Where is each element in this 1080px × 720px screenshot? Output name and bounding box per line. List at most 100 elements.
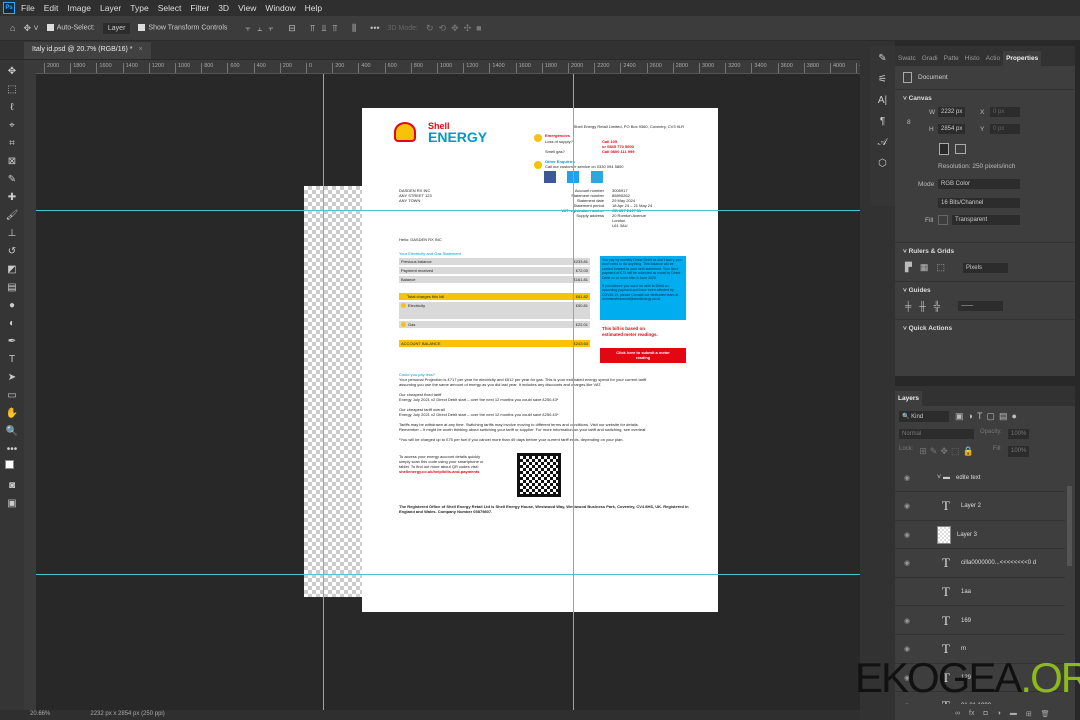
close-tab-icon[interactable]: × xyxy=(138,46,142,53)
quick-actions-header[interactable]: ˅ Quick Actions xyxy=(895,319,1075,337)
guide-vertical[interactable] xyxy=(573,74,574,710)
screen-mode-icon[interactable]: ▣ xyxy=(4,494,20,512)
bit-depth-dropdown[interactable]: 16 Bits/Channel xyxy=(938,198,1020,208)
3d-tools-icons[interactable]: ↻⟲✥✣■ xyxy=(426,23,487,34)
zoom-level[interactable]: 20.66% xyxy=(30,711,50,719)
link-icon[interactable]: 8 xyxy=(907,119,911,126)
guide-vertical[interactable] xyxy=(323,74,324,710)
eraser-icon[interactable]: ◩ xyxy=(4,260,20,278)
move-tool-icon[interactable]: ✥ xyxy=(4,62,20,80)
canvas-section-header[interactable]: ˅ Canvas xyxy=(895,89,1075,107)
adjustment-layer-icon[interactable]: ◑ xyxy=(997,710,1001,718)
home-icon[interactable]: ⌂ xyxy=(10,23,15,33)
auto-select-checkbox[interactable]: Auto-Select: xyxy=(46,24,95,32)
align-icons[interactable]: ⫟⫠⫟ ⊟ ⫪⫫⫪ ⫼ xyxy=(245,23,362,34)
units-dropdown[interactable]: Pixels xyxy=(962,262,1008,273)
object-select-icon[interactable]: ⌖ xyxy=(4,116,20,134)
tab-layers[interactable]: Layers xyxy=(895,391,922,406)
submit-reading-button[interactable]: Click here to submit a meter reading xyxy=(600,348,686,363)
gradient-icon[interactable]: ▤ xyxy=(4,278,20,296)
menu-window[interactable]: Window xyxy=(265,3,295,13)
canvas-area[interactable]: Shell ENERGY Shell Energy Retail Limited… xyxy=(36,74,860,710)
eye-icon[interactable]: ◉ xyxy=(895,702,919,704)
kind-dropdown[interactable]: 🔍 Kind xyxy=(899,411,949,422)
document-tab[interactable]: Italy id.psd @ 20.7% (RGB/16) * × xyxy=(24,42,151,59)
guide-color-dropdown[interactable]: —— xyxy=(958,301,1004,311)
width-field[interactable]: 2232 px xyxy=(938,107,966,117)
x-field[interactable]: 0 px xyxy=(990,107,1020,117)
fill-dropdown[interactable]: Transparent xyxy=(952,215,1020,225)
layer-row[interactable]: ◉ T 169 xyxy=(895,607,1065,635)
layer-row[interactable]: ◉ T Layer 2 xyxy=(895,493,1065,521)
history-brush-icon[interactable]: ↺ xyxy=(4,242,20,260)
opacity-field[interactable]: 100% xyxy=(1008,429,1030,439)
link-layers-icon[interactable]: ∞ xyxy=(955,710,960,718)
guide-layout-icon[interactable]: ╫ xyxy=(919,301,925,311)
eye-icon[interactable]: ◉ xyxy=(895,645,919,653)
guides-icon[interactable]: ╪ xyxy=(905,301,911,311)
mode-dropdown[interactable]: RGB Color xyxy=(938,179,1020,189)
fill-field[interactable]: 100% xyxy=(1008,446,1030,457)
layer-row[interactable]: ◉ ˅ ▬ edite text xyxy=(895,464,1065,492)
y-field[interactable]: 0 px xyxy=(990,124,1020,134)
portrait-icon[interactable] xyxy=(939,143,949,155)
brush-tool-icon[interactable]: 🖌 xyxy=(4,206,20,224)
eye-icon[interactable]: ◉ xyxy=(895,502,919,510)
fx-icon[interactable]: fx xyxy=(969,710,974,718)
menu-layer[interactable]: Layer xyxy=(100,3,121,13)
layer-row[interactable]: ◉ Tcilla0000000...<<<<<<<<0 d xyxy=(895,550,1065,578)
ruler-icon[interactable]: ▛ xyxy=(905,262,912,273)
auto-select-dropdown[interactable]: Layer xyxy=(102,22,131,34)
guide-horizontal[interactable] xyxy=(36,574,860,575)
tab-patte[interactable]: Patte xyxy=(941,51,962,66)
adjustments-icon[interactable]: ⚟ xyxy=(875,70,891,88)
tab-histo[interactable]: Histo xyxy=(962,51,983,66)
menu-image[interactable]: Image xyxy=(67,3,91,13)
grid-icon[interactable]: ▦ xyxy=(920,262,929,273)
tab-properties[interactable]: Properties xyxy=(1003,51,1042,66)
character-icon[interactable]: A| xyxy=(875,91,891,109)
menu-edit[interactable]: Edit xyxy=(44,3,59,13)
menu-file[interactable]: File xyxy=(21,3,35,13)
fill-swatch[interactable] xyxy=(938,215,948,225)
blend-mode-dropdown[interactable]: Normal xyxy=(899,429,974,439)
layers-scrollbar[interactable] xyxy=(1067,486,1072,566)
layer-row[interactable]: ◉ Layer 3 xyxy=(895,521,1065,550)
tab-swatc[interactable]: Swatc xyxy=(895,51,919,66)
height-field[interactable]: 2854 px xyxy=(938,124,966,134)
eyedropper-icon[interactable]: ✎ xyxy=(4,170,20,188)
stamp-tool-icon[interactable]: ⊥ xyxy=(4,224,20,242)
show-transform-checkbox[interactable]: Show Transform Controls xyxy=(138,24,227,32)
3d-icon[interactable]: ⬡ xyxy=(875,154,891,172)
quick-mask-icon[interactable]: ◙ xyxy=(4,476,20,494)
tab-actio[interactable]: Actio xyxy=(983,51,1003,66)
eye-icon[interactable]: ◉ xyxy=(895,617,919,625)
new-group-icon[interactable]: ▬ xyxy=(1010,710,1017,718)
healing-brush-icon[interactable]: ✚ xyxy=(4,188,20,206)
horizontal-ruler[interactable]: 2000 1800 1600 1400 1200 1000 800 600 400 200 0 200… xyxy=(36,60,860,74)
lasso-tool-icon[interactable]: ℓ xyxy=(4,98,20,116)
dodge-tool-icon[interactable]: ◐ xyxy=(4,314,20,332)
pen-tool-icon[interactable]: ✒ xyxy=(4,332,20,350)
shape-tool-icon[interactable]: ▭ xyxy=(4,386,20,404)
path-select-icon[interactable]: ➤ xyxy=(4,368,20,386)
guide-shape-icon[interactable]: ╬ xyxy=(934,301,940,311)
menu-select[interactable]: Select xyxy=(158,3,182,13)
frame-tool-icon[interactable]: ⊠ xyxy=(4,152,20,170)
paragraph-icon[interactable]: ¶ xyxy=(875,112,891,130)
guide-horizontal[interactable] xyxy=(36,210,860,211)
more-options-icon[interactable]: ••• xyxy=(370,23,379,33)
marquee-tool-icon[interactable]: ⬚ xyxy=(4,80,20,98)
menu-filter[interactable]: Filter xyxy=(190,3,209,13)
color-swatches-icon[interactable] xyxy=(4,458,20,476)
landscape-icon[interactable] xyxy=(955,144,966,154)
eye-icon[interactable]: ◉ xyxy=(895,559,919,567)
vertical-ruler[interactable] xyxy=(24,74,36,710)
layer-row[interactable]: T 1aa xyxy=(895,578,1065,607)
guides-header[interactable]: ˅ Guides xyxy=(895,281,1075,299)
mask-icon[interactable]: ◘ xyxy=(983,710,987,718)
menu-view[interactable]: View xyxy=(238,3,256,13)
more-tools-icon[interactable]: ••• xyxy=(4,440,20,458)
zoom-tool-icon[interactable]: 🔍 xyxy=(4,422,20,440)
lock-icons[interactable]: ⊞✎✥⬚🔒 xyxy=(919,446,976,457)
